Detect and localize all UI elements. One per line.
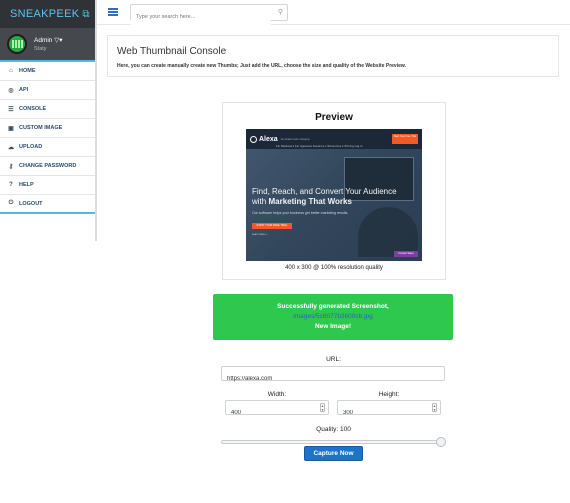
alexa-logo: Alexa <box>250 135 278 143</box>
user-menu-icon[interactable]: ▽▾ <box>54 37 62 44</box>
capture-now-button[interactable]: Capture Now <box>304 446 363 461</box>
url-input[interactable] <box>222 372 444 386</box>
preview-title: Preview <box>315 112 353 123</box>
profile-role: Staty <box>34 46 47 52</box>
preview-card: Preview Alexa An amazon.com company For … <box>222 102 446 280</box>
sidebar-item-api[interactable]: ◎ API <box>0 81 95 100</box>
sidebar-item-label: HOME <box>19 68 36 74</box>
power-icon: ⏻ <box>8 200 14 206</box>
preview-thumbnail[interactable]: Alexa An amazon.com company For Marketer… <box>246 129 422 261</box>
search-icon[interactable]: ⚲ <box>278 8 283 16</box>
image-icon: ▣ <box>8 125 14 132</box>
preview-caption: 400 x 300 @ 100% resolution quality <box>285 265 383 271</box>
sidebar-item-label: HELP <box>19 182 34 188</box>
hamburger-menu-icon[interactable] <box>108 8 118 16</box>
sidebar-item-label: API <box>19 87 29 93</box>
search-box: ⚲ <box>130 4 288 25</box>
avatar <box>7 34 27 54</box>
success-alert: Successfully generated Screenshot, image… <box>213 294 453 340</box>
page-subtitle: Here, you can create manually create new… <box>117 63 406 69</box>
sidebar-item-label: CHANGE PASSWORD <box>19 163 77 169</box>
height-input[interactable] <box>338 406 440 420</box>
page-header-card: Web Thumbnail Console Here, you can crea… <box>107 35 559 77</box>
home-icon: ⌂ <box>9 68 13 74</box>
quality-slider-track[interactable] <box>221 440 445 444</box>
page-title: Web Thumbnail Console <box>117 46 227 57</box>
sidebar-item-logout[interactable]: ⏻ LOGOUT <box>0 195 95 214</box>
thumbnail-link: Learn more » <box>252 233 267 236</box>
url-label: URL: <box>326 356 341 363</box>
sidebar-item-home[interactable]: ⌂ HOME <box>0 62 95 81</box>
thumbnail-nav-links: For Marketers For Agencies Features ▾ Re… <box>276 145 363 148</box>
thumbnail-headline: Find, Reach, and Convert Your Audience w… <box>252 187 397 206</box>
url-field <box>221 366 445 386</box>
width-input[interactable] <box>226 406 328 420</box>
top-bar: ⚲ <box>97 0 570 25</box>
width-stepper[interactable]: ▲ ▼ <box>320 403 325 412</box>
sidebar-item-help[interactable]: ? HELP <box>0 176 95 195</box>
height-label: Height: <box>378 391 400 398</box>
profile-name: Admin <box>34 37 53 44</box>
width-field: ▲▼ <box>225 400 329 420</box>
brand-name: SNEAKPEEK <box>10 8 80 20</box>
thumbnail-person-image <box>358 207 418 257</box>
sidebar-item-upload[interactable]: ☁ UPLOAD <box>0 138 95 157</box>
keys-icon: ⚷ <box>8 163 14 170</box>
compass-icon: ◎ <box>8 87 14 94</box>
thumbnail-cta: Start Your Free Trial <box>392 134 418 144</box>
brand[interactable]: SNEAKPEEK ⧉ <box>0 0 95 28</box>
thumbnail-button: START YOUR FREE TRIAL <box>252 223 292 229</box>
question-icon: ? <box>9 182 13 188</box>
quality-label: Quality: 100 <box>316 426 351 433</box>
external-link-icon: ⧉ <box>82 8 90 20</box>
sidebar-item-label: CONSOLE <box>19 106 47 112</box>
search-input[interactable] <box>131 9 271 25</box>
sidebar-item-label: UPLOAD <box>19 144 43 150</box>
screenshot-link[interactable]: images/5c6077b3600cb.jpg <box>213 313 453 320</box>
sidebar-item-label: CUSTOM IMAGE <box>19 125 63 131</box>
cloud-upload-icon: ☁ <box>8 144 14 151</box>
width-label: Width: <box>267 391 287 398</box>
thumbnail-hero: Find, Reach, and Convert Your Audience w… <box>246 149 422 261</box>
sidebar-menu: ⌂ HOME ◎ API ☰ CONSOLE ▣ CUSTOM IMAGE ☁ UPLOA… <box>0 62 95 214</box>
thumbnail-badge: Contact Sales <box>394 251 418 257</box>
height-field: ▲▼ <box>337 400 441 420</box>
app: SNEAKPEEK ⧉ Admin ▽▾ Staty ⌂ HOME ◎ API ☰ C… <box>0 0 570 503</box>
quality-slider-handle[interactable] <box>436 437 446 447</box>
thumbnail-navbar: Alexa An amazon.com company For Marketer… <box>246 129 422 149</box>
thumbnail-body-text: Our software helps your business get bet… <box>252 211 349 215</box>
sidebar-item-change-password[interactable]: ⚷ CHANGE PASSWORD <box>0 157 95 176</box>
sidebar-item-console[interactable]: ☰ CONSOLE <box>0 100 95 119</box>
alert-message: Successfully generated Screenshot, <box>277 303 389 310</box>
height-stepper[interactable]: ▲ ▼ <box>432 403 437 412</box>
sidebar-item-custom-image[interactable]: ▣ CUSTOM IMAGE <box>0 119 95 138</box>
alexa-logo-subtitle: An amazon.com company <box>280 137 310 141</box>
sidebar: SNEAKPEEK ⧉ Admin ▽▾ Staty ⌂ HOME ◎ API ☰ C… <box>0 0 97 241</box>
sidebar-item-label: LOGOUT <box>19 200 43 207</box>
user-profile[interactable]: Admin ▽▾ Staty <box>0 28 95 62</box>
alert-new-image: New Image! <box>314 323 352 330</box>
sliders-icon: ☰ <box>8 106 14 113</box>
